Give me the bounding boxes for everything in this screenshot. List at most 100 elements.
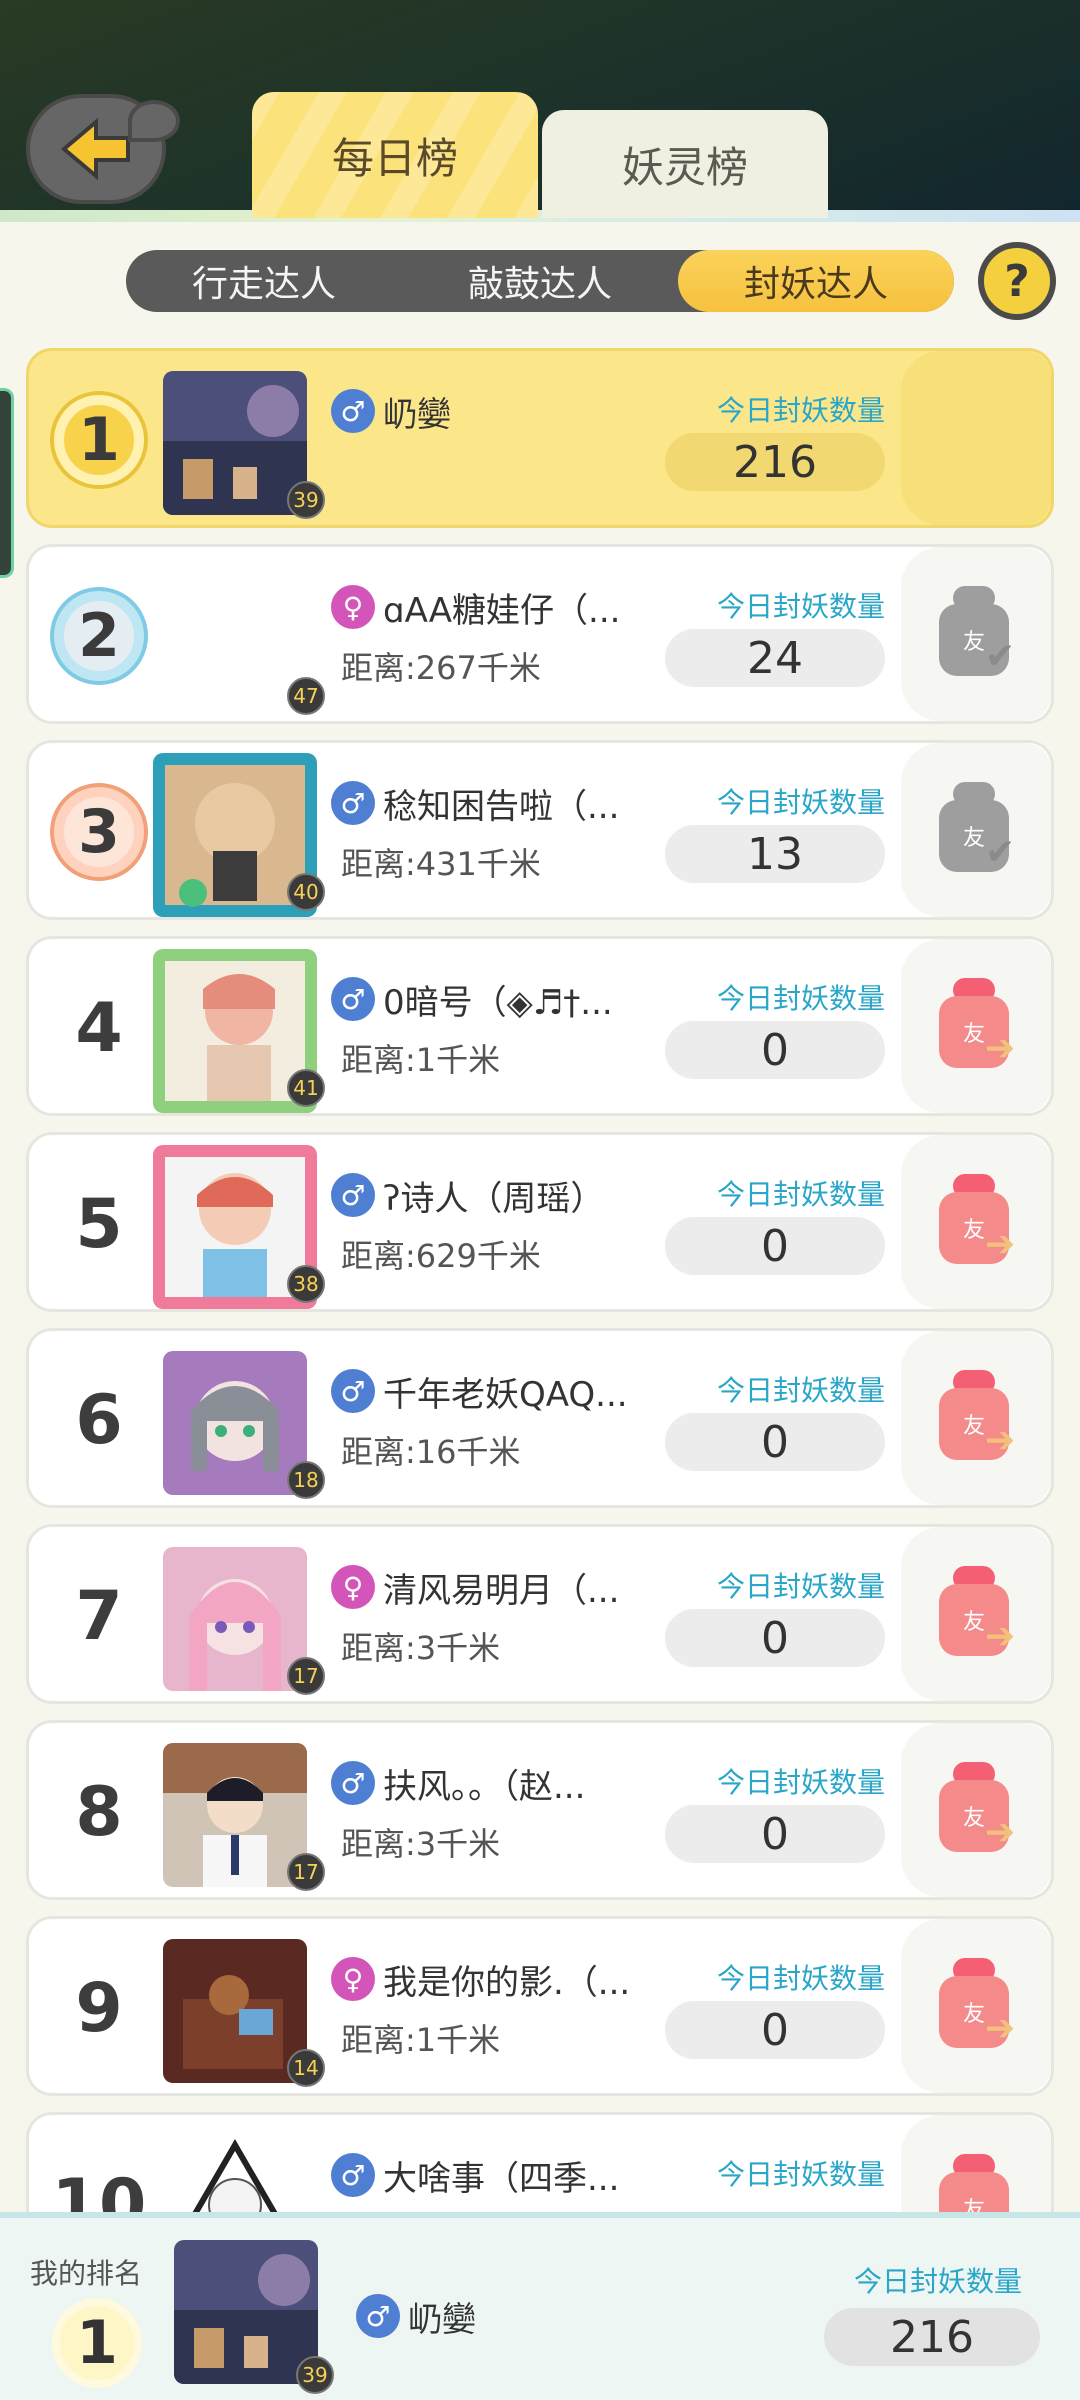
send-arrow-icon: ➔ [985,1224,1016,1265]
score-value: 0 [665,1805,885,1863]
level-badge: 17 [287,1853,325,1891]
player-name: ɑAA糖娃仔（... [383,591,621,631]
send-arrow-icon: ➔ [985,1616,1016,1657]
gift-send-icon[interactable]: 友 ➔ [933,1958,1019,2054]
male-icon: ♂ [356,2294,400,2338]
player-name: 稔知困告啦（... [383,787,620,827]
leaderboard-row[interactable]: 2 47 ♀ ɑAA糖娃仔（... 距离:267千米 今日封妖数量 24 友 ✔ [26,544,1054,724]
my-name: 屷孌 [408,2300,476,2340]
tab-spirit[interactable]: 妖灵榜 [542,110,828,218]
player-name: 千年老妖QAQ... [383,1375,628,1415]
avatar-image [163,1939,307,2083]
rank-number: 1 [78,405,120,475]
gift-send-icon[interactable]: 友 ➔ [933,1370,1019,1466]
leaderboard-row[interactable]: 4 41 ♂ 0暗号（◈♬†... 距离:1千米 今日封妖数量 0 友 ➔ [26,936,1054,1116]
segment-seal[interactable]: 封妖达人 [678,250,954,312]
gift-send-icon[interactable]: 友 ➔ [933,1174,1019,1270]
silver-medal-icon: 2 [54,591,144,681]
tab-daily[interactable]: 每日榜 [252,92,538,218]
distance: 距离:629千米 [341,1237,541,1275]
rank-badge: 1 [49,395,149,485]
score-label: 今日封妖数量 [716,982,885,1015]
avatar-image [163,1351,307,1495]
avatar-image [163,1547,307,1691]
player-name: ʔ诗人（周瑶） [383,1179,605,1219]
my-avatar[interactable] [174,2240,318,2384]
my-rank-bar: 我的排名 1 39 ♂ 屷孌 今日封妖数量 216 [0,2212,1080,2400]
row-action-area [901,351,1051,525]
level-badge: 39 [296,2356,334,2394]
avatar[interactable] [163,1743,307,1887]
distance: 距离:267千米 [341,649,541,687]
leaderboard-row[interactable]: 6 18 ♂ 千年老妖QAQ... 距离:16千米 今日封妖数量 0 友 ➔ [26,1328,1054,1508]
male-icon: ♂ [331,1369,375,1413]
my-score-label: 今日封妖数量 [853,2265,1022,2298]
help-button[interactable]: ? [978,242,1056,320]
leaderboard-row[interactable]: 1 39 ♂ 屷孌 今日封妖数量 216 [26,348,1054,528]
bronze-medal-icon: 3 [54,787,144,877]
distance: 距离:1千米 [341,1041,501,1079]
gift-send-icon[interactable]: 友 ➔ [933,1566,1019,1662]
score-value: 216 [665,433,885,491]
back-button[interactable] [26,94,180,204]
leaderboard-row[interactable]: 5 38 ♂ ʔ诗人（周瑶） 距离:629千米 今日封妖数量 0 友 ➔ [26,1132,1054,1312]
player-name: 屷孌 [383,395,451,435]
level-badge: 40 [287,873,325,911]
gift-label: 友 [962,2002,985,2027]
row-action-area: 友 ➔ [901,1331,1051,1505]
tab-spirit-label: 妖灵榜 [621,142,748,192]
score-value: 0 [665,1609,885,1667]
level-badge: 18 [287,1461,325,1499]
score-value: 0 [665,2001,885,2059]
gift-label: 友 [962,1218,985,1243]
player-name: 清风易明月（... [383,1571,620,1611]
rank-number: 4 [75,988,123,1068]
avatar[interactable] [163,1547,307,1691]
segment-drum[interactable]: 敲鼓达人 [402,250,678,312]
score-value: 0 [665,1413,885,1471]
score-label: 今日封妖数量 [716,590,885,623]
score-label: 今日封妖数量 [716,1374,885,1407]
check-icon: ✔ [985,636,1016,677]
leaderboard-row[interactable]: 8 17 ♂ 扶风。。（赵... 距离:3千米 今日封妖数量 0 友 ➔ [26,1720,1054,1900]
row-action-area: 友 ✔ [901,547,1051,721]
female-icon: ♀ [331,1957,375,2001]
level-badge: 38 [287,1265,325,1303]
gift-send-icon[interactable]: 友 ➔ [933,1762,1019,1858]
rank-number: 5 [75,1184,123,1264]
distance: 距离:3千米 [341,1629,501,1667]
score-value: 24 [665,629,885,687]
avatar[interactable] [163,1939,307,2083]
male-icon: ♂ [331,977,375,1021]
avatar[interactable] [163,371,307,515]
segment-walk[interactable]: 行走达人 [126,250,402,312]
avatar[interactable] [163,567,307,711]
header-stripe [0,210,1080,222]
avatar[interactable] [163,1351,307,1495]
row-action-area: 友 ➔ [901,1723,1051,1897]
player-name: 我是你的影.（... [383,1963,631,2003]
gift-sent-icon[interactable]: 友 ✔ [933,782,1019,878]
side-drawer-handle[interactable] [0,388,14,578]
rank-number: 2 [78,601,120,671]
rank-number: 6 [75,1380,123,1460]
gift-sent-icon[interactable]: 友 ✔ [933,586,1019,682]
send-arrow-icon: ➔ [985,2008,1016,2049]
level-badge: 47 [287,677,325,715]
gift-label: 友 [962,1806,985,1831]
female-icon: ♀ [331,585,375,629]
score-label: 今日封妖数量 [716,786,885,819]
row-action-area: 友 ➔ [901,1135,1051,1309]
player-name: 大啥事（四季... [383,2159,620,2199]
row-action-area: 友 ➔ [901,1527,1051,1701]
avatar-image [163,567,307,711]
row-action-area: 友 ✔ [901,743,1051,917]
rank-number: 3 [78,797,120,867]
female-icon: ♀ [331,1565,375,1609]
leaderboard-row[interactable]: 9 14 ♀ 我是你的影.（... 距离:1千米 今日封妖数量 0 友 ➔ [26,1916,1054,2096]
gift-send-icon[interactable]: 友 ➔ [933,978,1019,1074]
help-icon: ? [1004,255,1030,307]
leaderboard-row[interactable]: 7 17 ♀ 清风易明月（... 距离:3千米 今日封妖数量 0 友 ➔ [26,1524,1054,1704]
distance: 距离:16千米 [341,1433,521,1471]
leaderboard-row[interactable]: 3 40 ♂ 稔知困告啦（... 距离:431千米 今日封妖数量 13 友 ✔ [26,740,1054,920]
